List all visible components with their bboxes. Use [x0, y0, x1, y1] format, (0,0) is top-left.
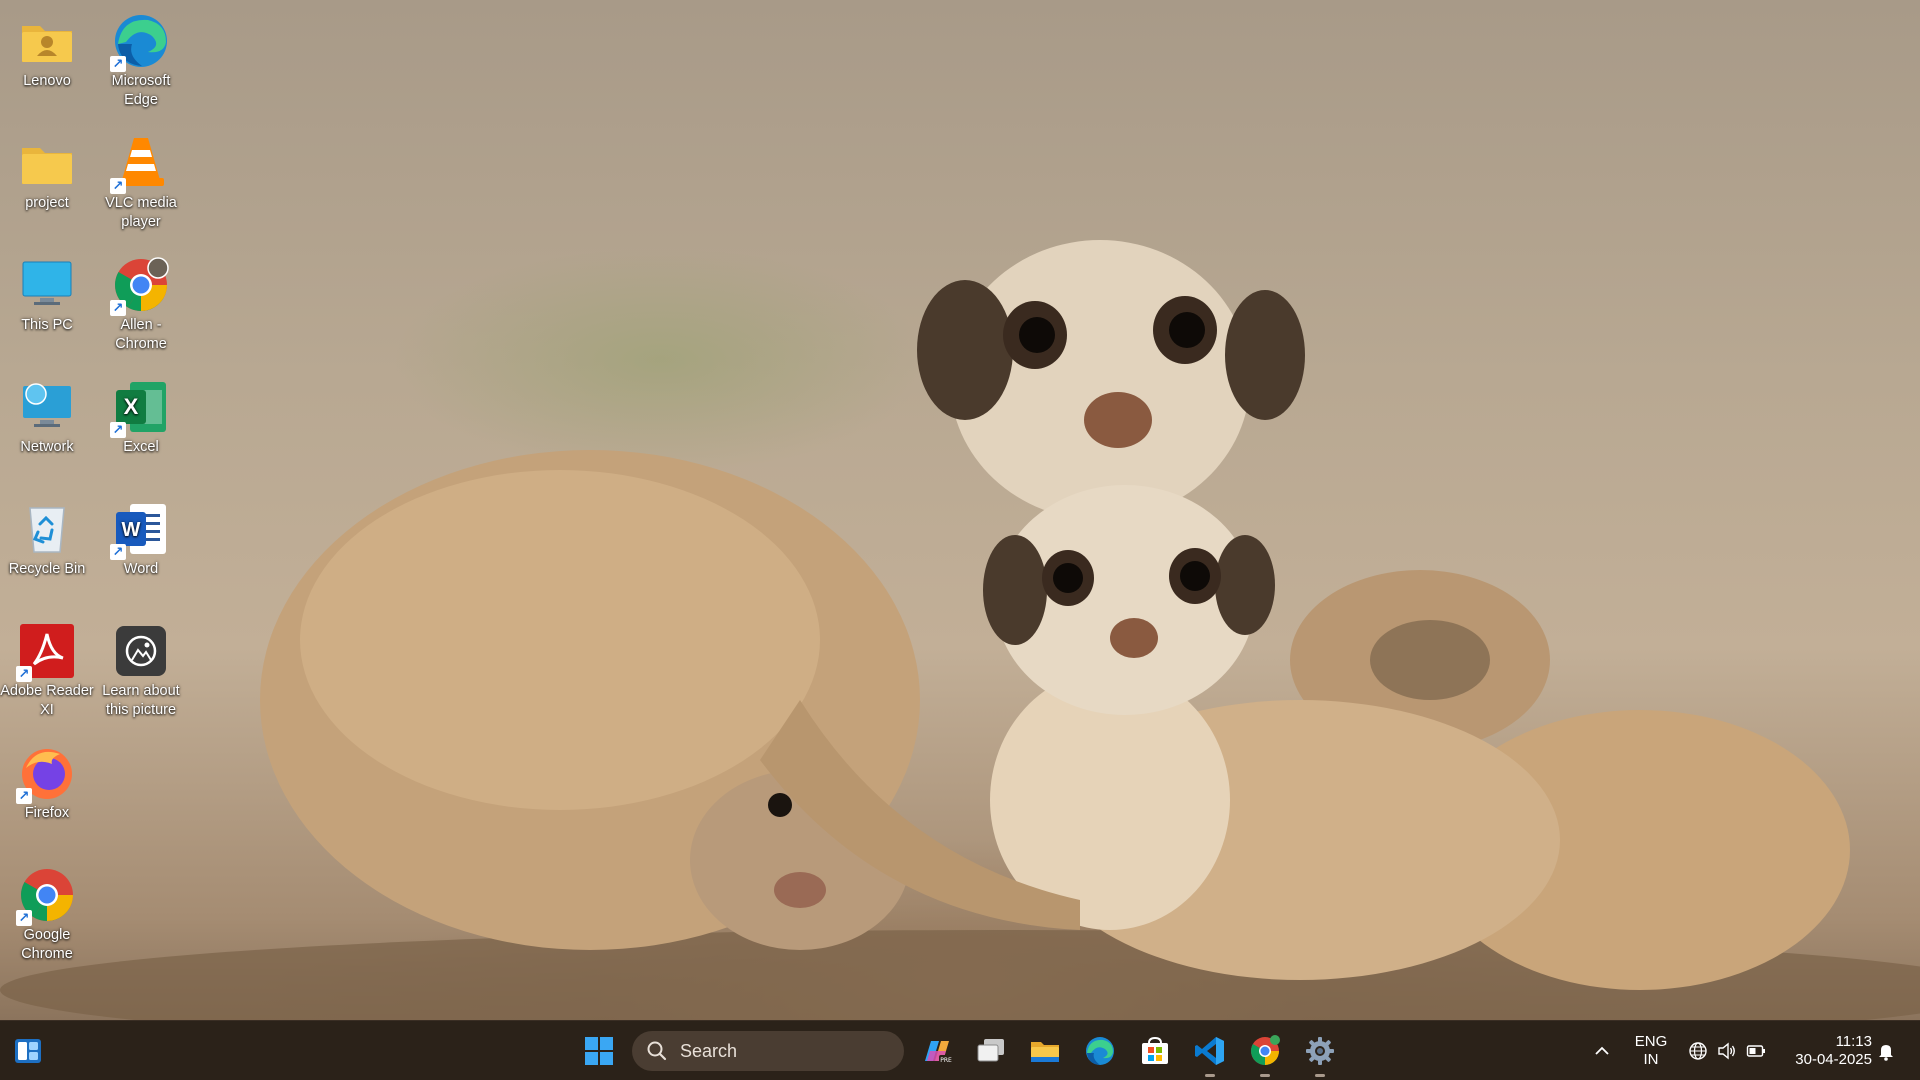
- desktop-icon-vlc[interactable]: ↗ VLC media player: [94, 130, 188, 232]
- svg-text:PRE: PRE: [940, 1057, 952, 1064]
- desktop-icon-label: Allen - Chrome: [115, 317, 167, 352]
- shortcut-arrow-icon: ↗: [110, 56, 126, 72]
- meerkat-wallpaper-image: [0, 240, 1920, 1020]
- svg-text:X: X: [124, 394, 139, 419]
- battery-button[interactable]: [1736, 1031, 1776, 1071]
- microsoft-store-icon: [1142, 1036, 1168, 1064]
- monitor-icon: [18, 256, 76, 314]
- taskbar: Search PRE ENG IN 11:13 30-04-2025: [0, 1020, 1920, 1080]
- notifications-button[interactable]: [1866, 1031, 1906, 1071]
- chrome-profile-icon: ↗: [110, 256, 170, 316]
- desktop-icon-firefox[interactable]: ↗ Firefox: [0, 740, 94, 823]
- shortcut-arrow-icon: ↗: [16, 666, 32, 682]
- task-view-icon: [977, 1039, 1004, 1062]
- shortcut-arrow-icon: ↗: [16, 910, 32, 926]
- clock[interactable]: 11:13 30-04-2025: [1784, 1033, 1872, 1069]
- copilot-button[interactable]: PRE: [917, 1031, 957, 1071]
- copilot-icon: PRE: [925, 1041, 953, 1064]
- desktop-icon-label: Learn about this picture: [102, 683, 180, 718]
- show-hidden-icons-button[interactable]: [1582, 1031, 1622, 1071]
- bell-icon: [1879, 1045, 1893, 1061]
- desktop-icon-label: Word: [123, 561, 159, 577]
- desktop-icon-label: Excel: [123, 439, 159, 455]
- clock-date: 30-04-2025: [1795, 1051, 1872, 1068]
- shortcut-arrow-icon: ↗: [16, 788, 32, 804]
- desktop-icon-project[interactable]: project: [0, 130, 94, 213]
- file-explorer-icon: [1031, 1042, 1059, 1062]
- desktop-icon-allen-chrome[interactable]: ↗ Allen - Chrome: [94, 252, 188, 354]
- chrome-icon: ↗: [16, 866, 76, 926]
- edge-taskbar-button[interactable]: [1080, 1031, 1120, 1071]
- shortcut-arrow-icon: ↗: [110, 422, 126, 438]
- search-placeholder: Search: [680, 1040, 738, 1061]
- desktop-icon-network[interactable]: Network: [0, 374, 94, 457]
- clock-time: 11:13: [1835, 1033, 1872, 1050]
- globe-network-icon: [1689, 1042, 1707, 1060]
- widgets-button[interactable]: [8, 1031, 48, 1071]
- desktop-icon-microsoft-edge[interactable]: ↗ Microsoft Edge: [94, 8, 188, 110]
- edge-icon: [1086, 1037, 1114, 1065]
- desktop-icon-excel[interactable]: X ↗ Excel: [94, 374, 188, 457]
- settings-icon: [1306, 1037, 1334, 1065]
- language-indicator[interactable]: ENG IN: [1628, 1033, 1674, 1069]
- start-button[interactable]: [579, 1031, 619, 1071]
- task-view-button[interactable]: [971, 1031, 1011, 1071]
- desktop-icon-label: Adobe Reader XI: [0, 683, 94, 718]
- firefox-icon: ↗: [16, 744, 76, 804]
- search-icon: [647, 1041, 667, 1061]
- widgets-icon: [15, 1039, 41, 1063]
- desktop-icon-recycle-bin[interactable]: Recycle Bin: [0, 496, 94, 579]
- language-code: ENG: [1634, 1033, 1668, 1050]
- svg-text:W: W: [122, 519, 141, 541]
- user-folder-icon: [18, 12, 76, 70]
- vscode-taskbar-button[interactable]: [1190, 1031, 1230, 1077]
- settings-taskbar-button[interactable]: [1300, 1031, 1340, 1077]
- desktop-icon-learn-about-picture[interactable]: Learn about this picture: [94, 618, 188, 720]
- desktop-icon-label: Microsoft Edge: [111, 73, 171, 108]
- desktop-icon-label: Google Chrome: [21, 927, 73, 962]
- shortcut-arrow-icon: ↗: [110, 178, 126, 194]
- chrome-taskbar-button[interactable]: [1245, 1031, 1285, 1077]
- vlc-cone-icon: ↗: [110, 134, 170, 194]
- recycle-bin-icon: [18, 500, 76, 558]
- adobe-reader-icon: ↗: [16, 622, 76, 682]
- desktop-icon-label: Recycle Bin: [8, 561, 86, 577]
- desktop-icon-label: Firefox: [24, 805, 70, 821]
- microsoft-store-button[interactable]: [1135, 1031, 1175, 1071]
- edge-icon: ↗: [110, 12, 170, 72]
- desktop-icon-google-chrome[interactable]: ↗ Google Chrome: [0, 862, 94, 964]
- desktop-icon-label: project: [25, 195, 69, 211]
- excel-icon: X ↗: [110, 378, 170, 438]
- desktop-icon-this-pc[interactable]: This PC: [0, 252, 94, 335]
- desktop-wallpaper: [0, 0, 1920, 1080]
- desktop-icon-label: Network: [20, 439, 74, 455]
- desktop-icon-label: This PC: [21, 317, 73, 333]
- desktop-icon-label: VLC media player: [105, 195, 177, 230]
- word-icon: W ↗: [110, 500, 170, 560]
- chrome-icon: [1251, 1035, 1280, 1065]
- windows-logo-icon: [585, 1037, 613, 1065]
- file-explorer-button[interactable]: [1025, 1031, 1065, 1071]
- vscode-icon: [1195, 1037, 1224, 1065]
- spotlight-camera-icon: [112, 622, 170, 680]
- chevron-up-icon: [1595, 1046, 1609, 1055]
- desktop-icon-lenovo[interactable]: Lenovo: [0, 8, 94, 91]
- battery-icon: [1746, 1045, 1765, 1057]
- desktop-icon-word[interactable]: W ↗ Word: [94, 496, 188, 579]
- taskbar-search-box[interactable]: Search: [632, 1031, 904, 1071]
- desktop-icon-adobe-reader[interactable]: ↗ Adobe Reader XI: [0, 618, 94, 720]
- shortcut-arrow-icon: ↗: [110, 300, 126, 316]
- network-icon: [18, 378, 76, 436]
- region-code: IN: [1643, 1051, 1659, 1068]
- shortcut-arrow-icon: ↗: [110, 544, 126, 560]
- desktop-icon-label: Lenovo: [23, 73, 71, 89]
- speaker-icon: [1718, 1042, 1735, 1060]
- folder-icon: [18, 134, 76, 192]
